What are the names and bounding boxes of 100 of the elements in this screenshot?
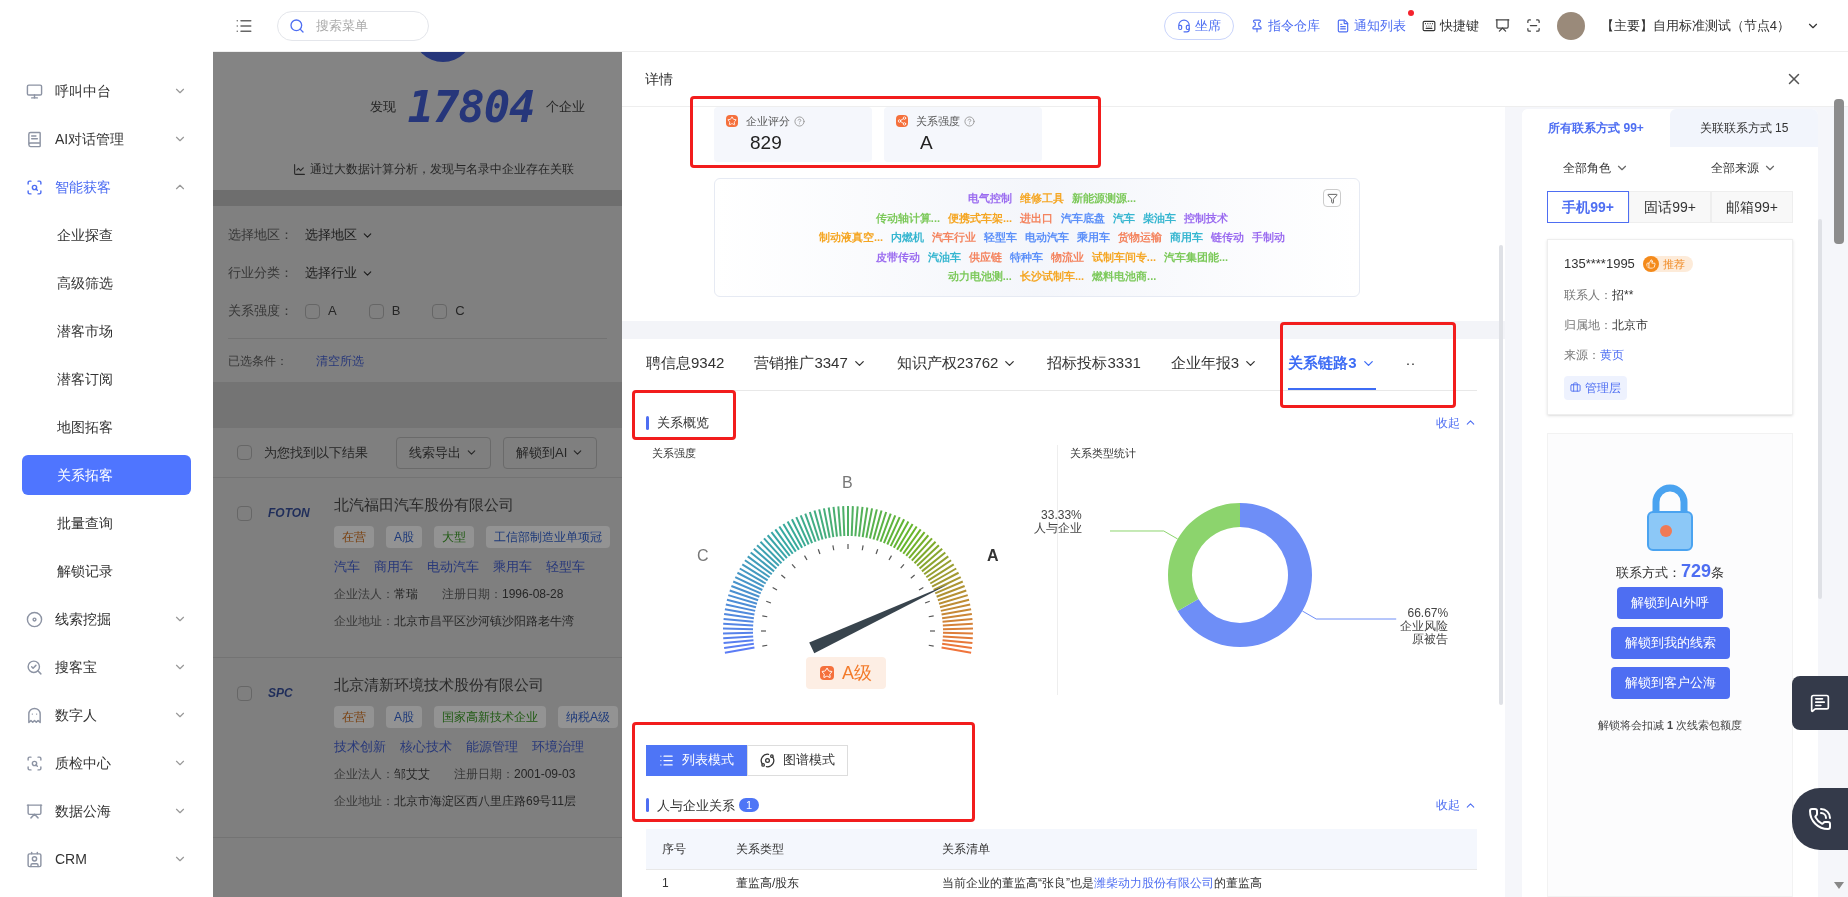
keyword-link[interactable]: 电动汽车 xyxy=(427,556,479,576)
avatar[interactable] xyxy=(1556,11,1585,40)
cloud-word[interactable]: 货物运输 xyxy=(1118,229,1163,246)
checkbox[interactable] xyxy=(432,303,448,319)
keyword-link[interactable]: 汽车 xyxy=(334,556,360,576)
checkbox[interactable] xyxy=(237,445,252,460)
chat-button[interactable] xyxy=(1792,676,1848,730)
filter-select[interactable]: 选择地区 xyxy=(305,225,374,245)
toolbar-button[interactable]: 指令仓库 xyxy=(1249,15,1320,36)
cloud-word[interactable]: 汽车 xyxy=(1113,209,1136,227)
clear-link[interactable]: 清空所选 xyxy=(316,351,364,370)
keyword-link[interactable]: 商用车 xyxy=(374,556,413,576)
cloud-word[interactable]: 皮带传动 xyxy=(875,248,920,266)
toolbar-button[interactable]: 快捷键 xyxy=(1421,15,1479,36)
detail-tab[interactable]: ·· xyxy=(1405,339,1416,390)
scrollbar-thumb[interactable] xyxy=(1834,99,1844,244)
cloud-word[interactable]: 特种车 xyxy=(1009,248,1043,266)
sidebar-item[interactable]: 数字人 xyxy=(0,691,213,739)
sidebar-subitem[interactable]: 解锁记录 xyxy=(22,551,191,591)
cloud-word[interactable]: 汽油车 xyxy=(927,248,961,266)
screen-icon[interactable] xyxy=(1494,18,1510,33)
contact-card[interactable]: 135****1995 推荐 联系人：招** 归属地：北京市 来源：黄页 管理层 xyxy=(1547,239,1793,415)
cloud-word[interactable]: 电气控制 xyxy=(967,190,1012,207)
sidebar-subitem[interactable]: 地图拓客 xyxy=(22,407,191,447)
company-name[interactable]: 北汽福田汽车股份有限公司 xyxy=(334,494,598,517)
mode-tab[interactable]: 列表模式 xyxy=(646,744,747,776)
keyword-link[interactable]: 核心技术 xyxy=(400,736,452,756)
dropdown-button[interactable]: 解锁到AI xyxy=(503,436,598,469)
keyword-link[interactable]: 能源管理 xyxy=(466,736,518,756)
mode-tab[interactable]: 图谱模式 xyxy=(747,744,848,776)
field-label: 注册日期： xyxy=(454,766,514,783)
cloud-word[interactable]: 汽车行业 xyxy=(932,229,977,246)
company-name[interactable]: 北京清新环境技术股份有限公司 xyxy=(334,674,598,697)
filter-button[interactable] xyxy=(1323,189,1341,207)
sidebar-item[interactable]: 智能获客 xyxy=(0,163,213,211)
cloud-word[interactable]: 电动汽车 xyxy=(1025,229,1070,246)
cloud-word[interactable]: 乘用车 xyxy=(1077,229,1111,246)
sidebar-item[interactable]: 线索挖掘 xyxy=(0,595,213,643)
keyword-link[interactable]: 轻型车 xyxy=(546,556,585,576)
type-tab[interactable]: 手机99+ xyxy=(1547,191,1629,223)
sidebar-subitem[interactable]: 批量查询 xyxy=(22,503,191,543)
sidebar-item[interactable]: 搜客宝 xyxy=(0,643,213,691)
scroll-down-icon[interactable] xyxy=(1834,882,1844,889)
sidebar-item[interactable]: 呼叫中台 xyxy=(0,67,213,115)
cloud-word[interactable]: 链传动 xyxy=(1211,229,1245,246)
keyword-link[interactable]: 技术创新 xyxy=(334,736,386,756)
checkbox[interactable] xyxy=(237,686,252,701)
field-value: 1996-08-28 xyxy=(502,586,564,603)
checkbox[interactable] xyxy=(368,303,384,319)
cloud-word[interactable]: 商用车 xyxy=(1170,229,1204,246)
sidebar-item[interactable]: 质检中心 xyxy=(0,739,213,787)
cloud-word[interactable]: 汽车底盘 xyxy=(1061,209,1106,227)
checkbox[interactable] xyxy=(237,506,252,521)
cloud-word[interactable]: 手制动 xyxy=(1252,229,1286,246)
detail-tab[interactable]: 聘信息9342 xyxy=(646,339,725,390)
sidebar-item[interactable]: CRM xyxy=(0,835,213,883)
keyword-link[interactable]: 乘用车 xyxy=(493,556,532,576)
user-name[interactable]: 【主要】自用标准测试（节点4） xyxy=(1600,15,1790,36)
cloud-word[interactable]: 控制技术 xyxy=(1184,209,1229,227)
toolbar-button[interactable]: 通知列表 xyxy=(1335,15,1406,36)
scan-icon[interactable] xyxy=(1525,18,1541,33)
cloud-word[interactable]: 进出口 xyxy=(1020,209,1054,227)
unlock-button[interactable]: 解锁到AI外呼 xyxy=(1617,586,1723,619)
keyword-link[interactable]: 环境治理 xyxy=(532,736,584,756)
cloud-word[interactable]: 轻型车 xyxy=(984,229,1018,246)
cloud-word[interactable]: 物流业 xyxy=(1050,248,1084,266)
company-link[interactable]: 潍柴动力股份有限公司 xyxy=(1094,876,1214,890)
phone-button[interactable] xyxy=(1792,788,1848,850)
sidebar-subitem[interactable]: 潜客订阅 xyxy=(22,359,191,399)
detail-tab[interactable]: 知识产权23762 xyxy=(896,339,1018,390)
dropdown-button[interactable]: 线索导出 xyxy=(396,436,491,469)
source-link[interactable]: 黄页 xyxy=(1600,345,1624,364)
filter-dropdown[interactable]: 全部角色 xyxy=(1563,159,1629,177)
collapse-link[interactable]: 收起 xyxy=(1436,796,1477,815)
type-tab[interactable]: 固话99+ xyxy=(1629,191,1711,223)
cloud-word[interactable]: 内燃机 xyxy=(891,229,925,246)
sidebar-item[interactable]: AI对话管理 xyxy=(0,115,213,163)
company-tag: A股 xyxy=(386,525,422,548)
sidebar-subitem[interactable]: 关系拓客 xyxy=(22,455,191,495)
sidebar-item[interactable]: 数据公海 xyxy=(0,787,213,835)
sidebar-subitem[interactable]: 高级筛选 xyxy=(22,263,191,303)
detail-tab[interactable]: 招标投标3331 xyxy=(1047,339,1141,390)
cloud-word[interactable]: 柴油车 xyxy=(1143,209,1177,227)
unlock-button[interactable]: 解锁到我的线索 xyxy=(1610,626,1730,659)
collapse-link[interactable]: 收起 xyxy=(1436,413,1477,432)
sidebar-subitem[interactable]: 潜客市场 xyxy=(22,311,191,351)
checkbox[interactable] xyxy=(305,303,320,319)
filter-select[interactable]: 选择行业 xyxy=(305,263,374,283)
cloud-word[interactable]: 供应链 xyxy=(968,248,1002,266)
type-tab[interactable]: 邮箱99+ xyxy=(1711,191,1793,223)
detail-tab[interactable]: 企业年报3 xyxy=(1170,339,1259,390)
filter-dropdown[interactable]: 全部来源 xyxy=(1711,159,1777,177)
contact-tab[interactable]: 关联联系方式 15 xyxy=(1670,109,1818,147)
unlock-button[interactable]: 解锁到客户公海 xyxy=(1610,666,1730,699)
search-field[interactable]: 搜索菜单 xyxy=(277,10,429,41)
detail-tab[interactable]: 营销推广3347 xyxy=(754,339,867,390)
column-header: 关系清单 xyxy=(942,841,990,858)
detail-tab[interactable]: 关系链路3 xyxy=(1288,339,1376,390)
sidebar-subitem[interactable]: 企业探查 xyxy=(22,215,191,255)
field-label: 归属地： xyxy=(1564,316,1612,334)
